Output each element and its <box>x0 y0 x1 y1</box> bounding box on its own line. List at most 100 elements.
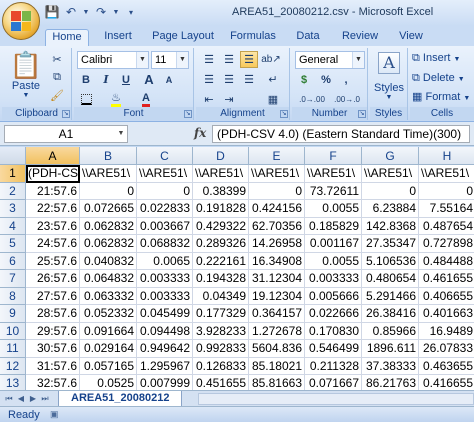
save-icon[interactable]: 💾 <box>44 4 60 20</box>
cell-h10[interactable]: 16.9489 <box>419 323 474 340</box>
bold-button[interactable]: B <box>77 71 95 88</box>
align-right-button[interactable]: ☰ <box>240 71 258 88</box>
cell-a8[interactable]: 27:57.6 <box>26 287 80 305</box>
cell-h6[interactable]: 0.484488 <box>419 253 474 270</box>
cell-b2[interactable]: 0 <box>80 182 137 200</box>
cell-d8[interactable]: 0.04349 <box>193 287 249 305</box>
cell-g8[interactable]: 5.291466 <box>362 287 419 305</box>
align-center-button[interactable]: ☰ <box>220 71 238 88</box>
cell-g7[interactable]: 0.480654 <box>362 270 419 288</box>
cell-g1[interactable]: \\ARE51\ <box>362 165 419 183</box>
cell-c6[interactable]: 0.0065 <box>137 252 193 270</box>
clipboard-launcher-icon[interactable]: ↘ <box>62 110 70 118</box>
cell-b3[interactable]: 0.072665 <box>80 200 137 218</box>
cell-h2[interactable]: 0 <box>419 183 474 200</box>
horizontal-scrollbar[interactable] <box>198 393 474 405</box>
row-header[interactable]: 2 <box>0 182 26 200</box>
font-name-select[interactable]: Calibri ▼ <box>77 51 149 69</box>
column-header-c[interactable]: C <box>137 147 193 165</box>
align-middle-button[interactable]: ☰ <box>220 51 238 68</box>
cell-g9[interactable]: 26.38416 <box>362 305 419 323</box>
shrink-font-button[interactable]: A <box>160 71 178 88</box>
cell-h9[interactable]: 0.401663 <box>419 305 474 323</box>
align-left-button[interactable]: ☰ <box>200 71 218 88</box>
cell-h7[interactable]: 0.461655 <box>419 270 474 288</box>
cell-e6[interactable]: 16.34908 <box>249 252 305 270</box>
cell-f1[interactable]: \\ARE51\ <box>305 165 362 183</box>
wrap-text-button[interactable]: ↵ <box>264 71 282 88</box>
cell-e7[interactable]: 31.12304 <box>249 270 305 288</box>
number-format-select[interactable]: General ▼ <box>295 51 365 69</box>
font-launcher-icon[interactable]: ↘ <box>184 110 192 118</box>
cell-c10[interactable]: 0.094498 <box>137 322 193 340</box>
row-header[interactable]: 11 <box>0 340 26 358</box>
paste-button[interactable]: 📋 Paste ▼ <box>8 50 44 99</box>
row-header[interactable]: 5 <box>0 235 26 253</box>
cell-h8[interactable]: 0.406655 <box>419 288 474 305</box>
cell-c9[interactable]: 0.045499 <box>137 305 193 323</box>
row-header[interactable]: 10 <box>0 322 26 340</box>
grow-font-button[interactable]: A <box>140 71 158 88</box>
cell-e5[interactable]: 14.26958 <box>249 235 305 253</box>
cut-button[interactable]: ✂ <box>48 51 66 68</box>
percent-button[interactable]: % <box>317 71 335 88</box>
cell-g2[interactable]: 0 <box>362 182 419 200</box>
increase-indent-button[interactable]: ⇥ <box>220 91 238 108</box>
cell-d10[interactable]: 3.928233 <box>193 322 249 340</box>
cell-g11[interactable]: 1896.611 <box>362 340 419 358</box>
next-sheet-icon[interactable]: ▶ <box>28 393 38 405</box>
delete-cells-button[interactable]: ⧉ Delete ▼ <box>412 72 465 85</box>
cell-a1[interactable]: (PDH-CSV <box>26 165 80 183</box>
cell-e13[interactable]: 85.81663 <box>249 375 305 390</box>
column-header-a[interactable]: A <box>26 147 80 165</box>
cell-f11[interactable]: 0.546499 <box>305 340 362 358</box>
cell-f4[interactable]: 0.185829 <box>305 217 362 235</box>
tab-formulas[interactable]: Formulas <box>225 29 281 46</box>
cell-e3[interactable]: 0.424156 <box>249 200 305 218</box>
redo-icon[interactable]: ↷ <box>93 4 109 20</box>
cell-c2[interactable]: 0 <box>137 182 193 200</box>
select-all-corner[interactable] <box>0 147 26 165</box>
cell-a7[interactable]: 26:57.6 <box>26 270 80 288</box>
copy-button[interactable]: ⧉ <box>48 69 66 86</box>
cell-f10[interactable]: 0.170830 <box>305 322 362 340</box>
borders-button[interactable] <box>77 91 95 108</box>
cell-h11[interactable]: 26.07833 <box>419 340 474 358</box>
cell-f6[interactable]: 0.0055 <box>305 252 362 270</box>
cell-f2[interactable]: 73.72611 <box>305 182 362 200</box>
row-header[interactable]: 12 <box>0 357 26 375</box>
cell-a2[interactable]: 21:57.6 <box>26 182 80 200</box>
cell-f12[interactable]: 0.211328 <box>305 357 362 375</box>
cell-c11[interactable]: 0.949642 <box>137 340 193 358</box>
format-painter-button[interactable]: 🖌 <box>48 87 66 104</box>
cell-h1[interactable]: \\ARE51\ <box>419 165 474 183</box>
cell-d13[interactable]: 0.451655 <box>193 375 249 390</box>
number-launcher-icon[interactable]: ↘ <box>358 110 366 118</box>
cell-g12[interactable]: 37.38333 <box>362 357 419 375</box>
cell-b5[interactable]: 0.062832 <box>80 235 137 253</box>
cell-e12[interactable]: 85.18021 <box>249 357 305 375</box>
macro-record-icon[interactable]: ▣ <box>50 409 64 421</box>
row-header[interactable]: 4 <box>0 217 26 235</box>
comma-button[interactable]: , <box>337 71 355 88</box>
font-size-select[interactable]: 11 ▼ <box>151 51 189 69</box>
decrease-indent-button[interactable]: ⇤ <box>200 91 218 108</box>
cell-f9[interactable]: 0.022666 <box>305 305 362 323</box>
column-header-g[interactable]: G <box>362 147 419 165</box>
column-header-b[interactable]: B <box>80 147 137 165</box>
prev-sheet-icon[interactable]: ◀ <box>16 393 26 405</box>
styles-button[interactable]: A Styles ▼ <box>371 52 407 101</box>
cell-h4[interactable]: 0.487654 <box>419 218 474 235</box>
cell-e11[interactable]: 5604.836 <box>249 340 305 358</box>
font-color-button[interactable]: A <box>137 91 155 108</box>
cell-a11[interactable]: 30:57.6 <box>26 340 80 358</box>
cell-b9[interactable]: 0.052332 <box>80 305 137 323</box>
orientation-button[interactable]: ab↗ <box>261 51 281 68</box>
align-top-button[interactable]: ☰ <box>200 51 218 68</box>
column-header-h[interactable]: H <box>419 147 474 165</box>
cell-g3[interactable]: 6.23884 <box>362 200 419 218</box>
italic-button[interactable]: I <box>97 71 115 88</box>
cell-g5[interactable]: 27.35347 <box>362 235 419 253</box>
cell-b4[interactable]: 0.062832 <box>80 217 137 235</box>
tab-home[interactable]: Home <box>45 29 89 46</box>
